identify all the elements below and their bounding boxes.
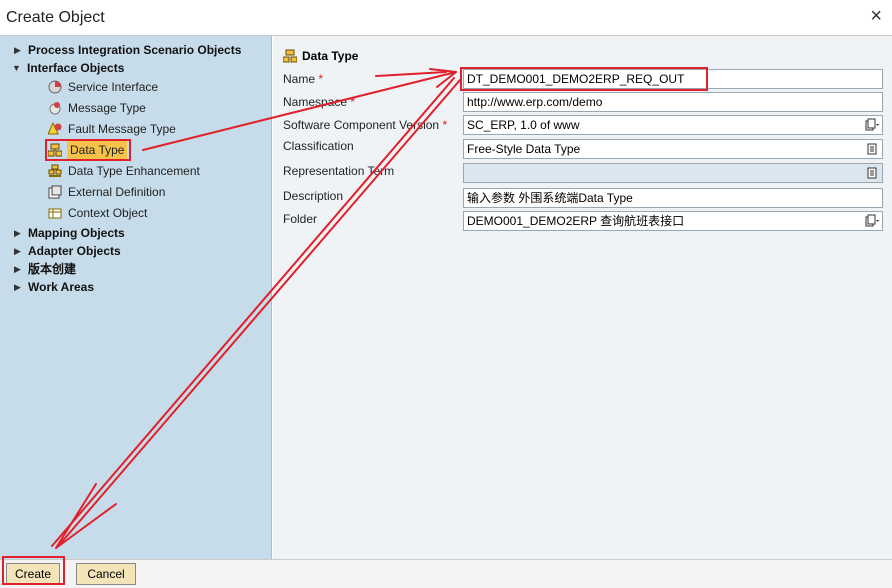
tree-item-data-type-enhancement[interactable]: Data Type Enhancement: [48, 162, 248, 180]
close-icon[interactable]: ×: [870, 6, 882, 26]
tree-group-interface-objects[interactable]: ▼ Interface Objects: [12, 59, 262, 77]
tree-item-service-interface[interactable]: Service Interface: [48, 78, 248, 96]
expand-arrow-icon[interactable]: ▶: [14, 41, 24, 59]
dropdown-list-icon[interactable]: [865, 142, 879, 156]
tree-group-process-integration[interactable]: ▶ Process Integration Scenario Objects: [14, 41, 264, 59]
create-button-highlight: [2, 556, 65, 585]
software-component-version-field[interactable]: SC_ERP, 1.0 of www: [463, 115, 883, 135]
title-bar: Create Object ×: [0, 0, 892, 36]
message-type-icon: [49, 102, 61, 115]
classification-label: Classification: [283, 139, 354, 153]
tree-group-mapping-objects[interactable]: ▶ Mapping Objects: [14, 224, 264, 242]
tree-item-fault-message-type[interactable]: Fault Message Type: [48, 120, 248, 138]
name-field-highlight: [460, 67, 708, 91]
value-help-icon[interactable]: [865, 118, 879, 132]
data-type-enhancement-icon: [48, 164, 62, 177]
collapse-arrow-icon[interactable]: ▼: [12, 59, 22, 77]
namespace-label: Namespace *: [283, 95, 356, 109]
context-object-icon: [48, 208, 62, 219]
data-type-highlight: [45, 139, 131, 161]
expand-arrow-icon[interactable]: ▶: [14, 260, 24, 278]
service-interface-icon: [48, 80, 62, 94]
software-component-version-label: Software Component Version *: [283, 118, 448, 132]
description-label: Description: [283, 189, 344, 203]
tree-group-work-areas[interactable]: ▶ Work Areas: [14, 278, 264, 296]
expand-arrow-icon[interactable]: ▶: [14, 242, 24, 260]
representation-term-label: Representation Term: [283, 164, 395, 178]
tree-item-context-object[interactable]: Context Object: [48, 204, 248, 222]
external-definition-icon: [48, 185, 62, 199]
tree-item-external-definition[interactable]: External Definition: [48, 183, 248, 201]
description-field[interactable]: 输入参数 外围系统端Data Type: [463, 188, 883, 208]
fault-message-type-icon: [48, 122, 62, 135]
classification-select[interactable]: Free-Style Data Type: [463, 139, 883, 159]
expand-arrow-icon[interactable]: ▶: [14, 224, 24, 242]
representation-term-select[interactable]: [463, 163, 883, 183]
tree-group-version-creation[interactable]: ▶ 版本创建: [14, 260, 264, 278]
namespace-field[interactable]: http://www.erp.com/demo: [463, 92, 883, 112]
tree-group-adapter-objects[interactable]: ▶ Adapter Objects: [14, 242, 264, 260]
name-label: Name *: [283, 72, 324, 86]
folder-field[interactable]: DEMO001_DEMO2ERP 查询航班表接口: [463, 211, 883, 231]
expand-arrow-icon[interactable]: ▶: [14, 278, 24, 296]
tree-item-message-type[interactable]: Message Type: [48, 99, 248, 117]
dropdown-list-icon[interactable]: [865, 166, 879, 180]
cancel-button[interactable]: Cancel: [76, 563, 136, 585]
window-title: Create Object: [6, 9, 105, 26]
folder-label: Folder: [283, 212, 318, 226]
value-help-icon[interactable]: [865, 214, 879, 228]
data-type-icon: [283, 49, 297, 63]
